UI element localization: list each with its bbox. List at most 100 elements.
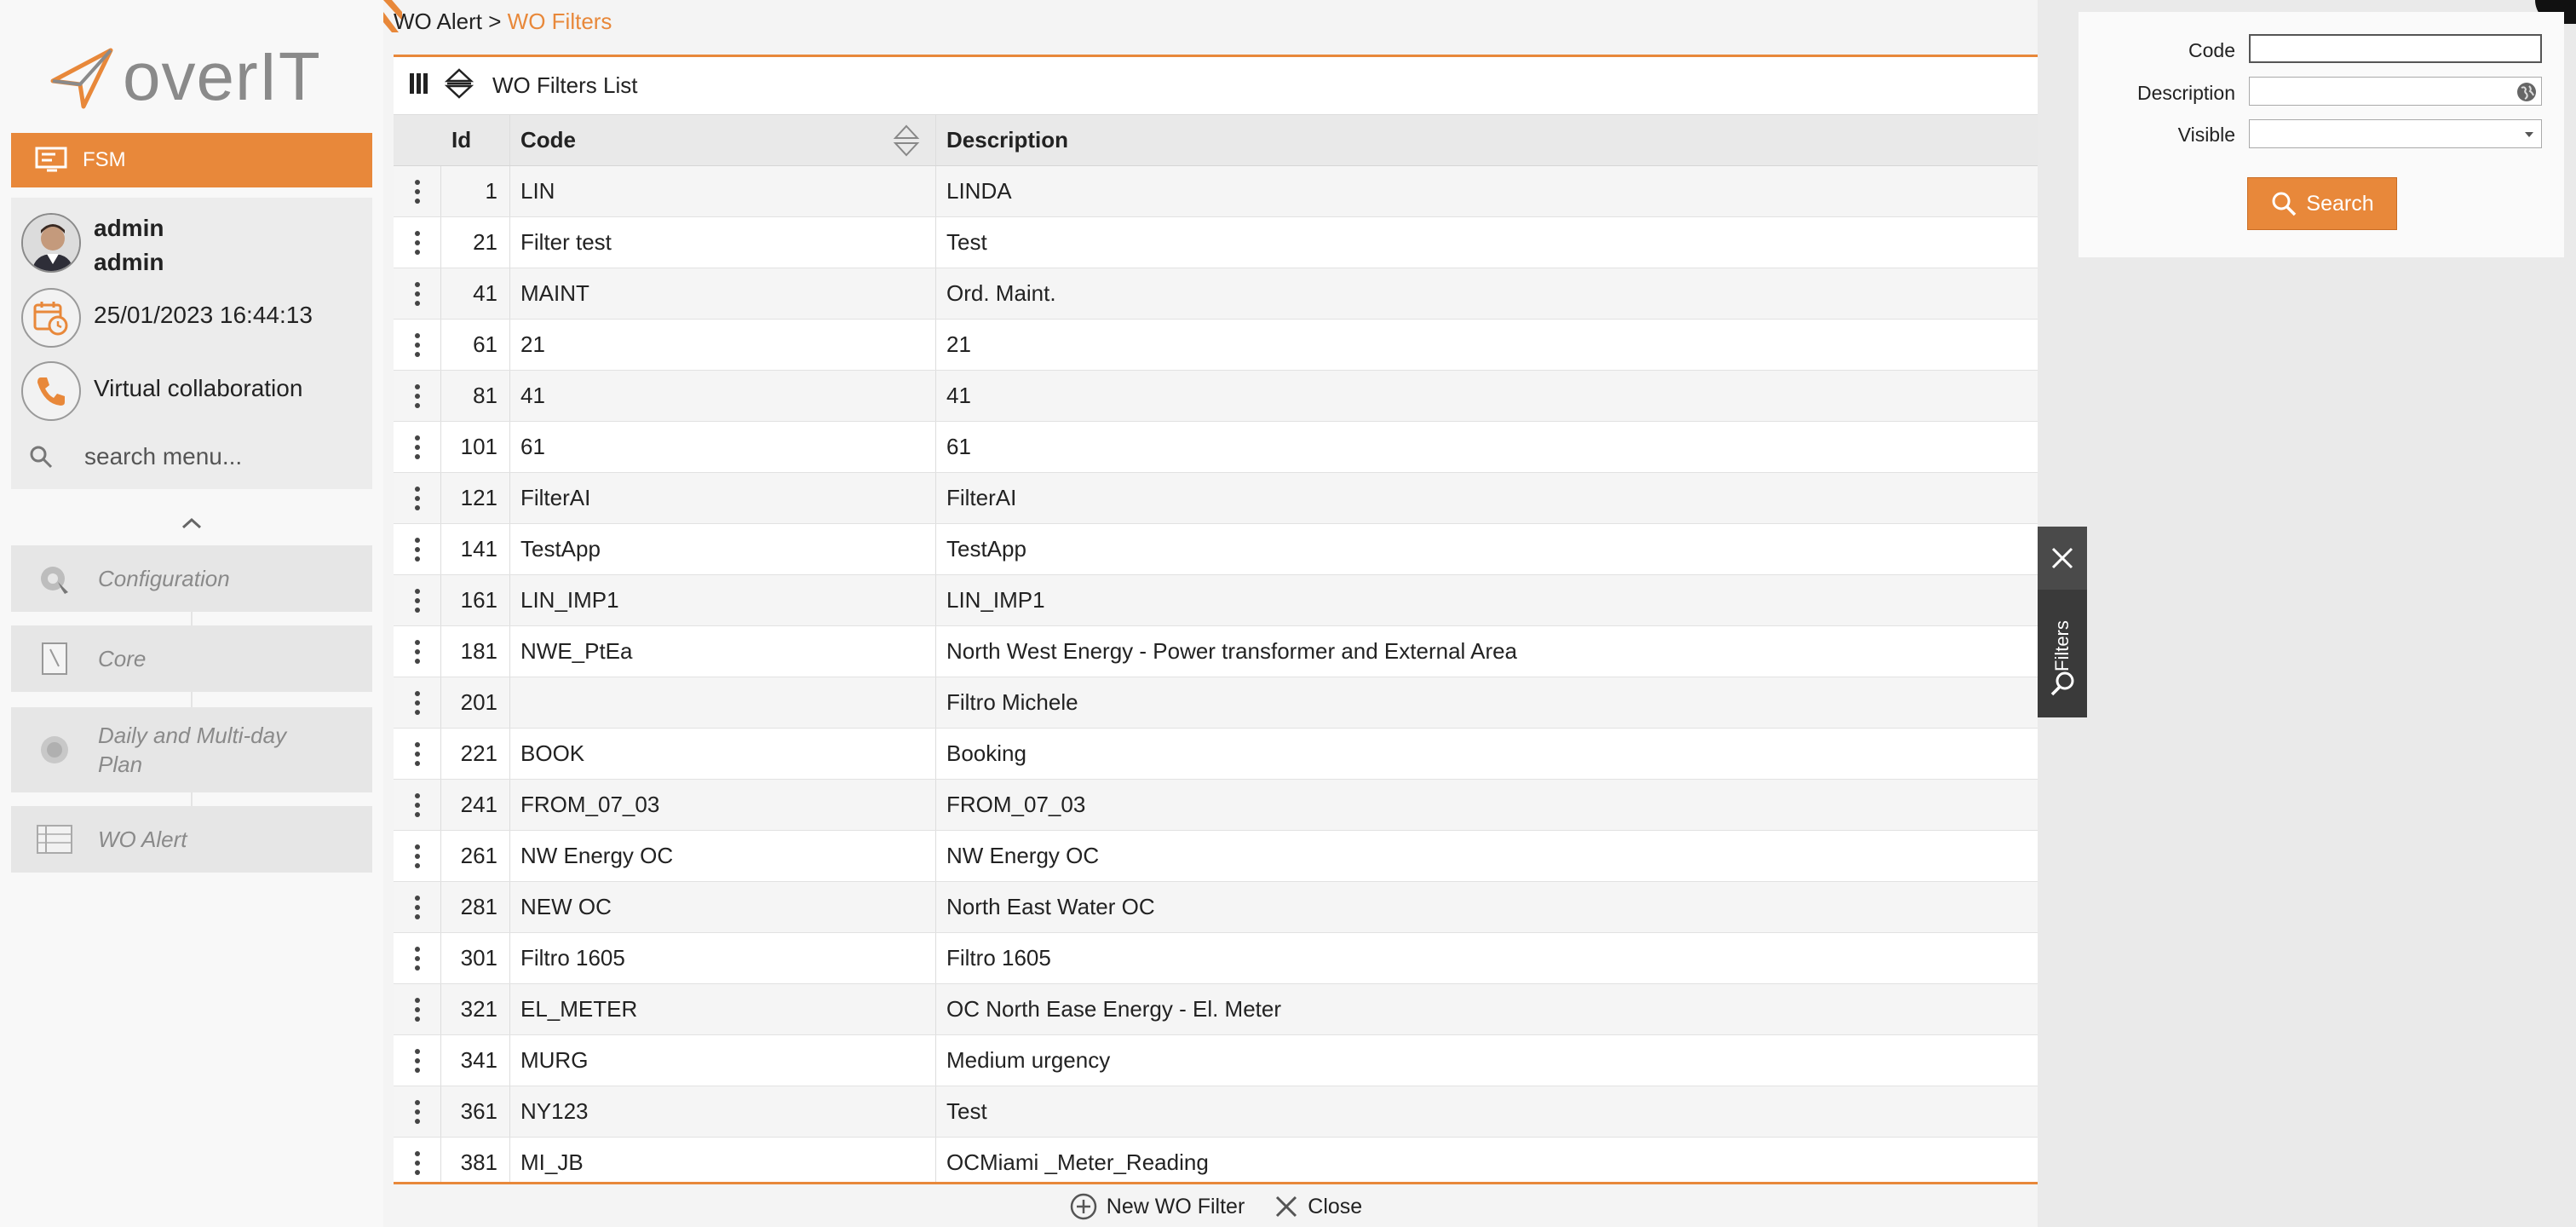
cell-id: 321 bbox=[460, 996, 497, 1022]
row-menu-icon[interactable] bbox=[394, 1035, 441, 1086]
table-row[interactable]: 1 LIN LINDA bbox=[394, 166, 2038, 217]
cell-code: MI_JB bbox=[509, 1138, 935, 1182]
row-menu-icon[interactable] bbox=[394, 268, 441, 319]
row-menu-icon[interactable] bbox=[394, 320, 441, 370]
visible-select[interactable] bbox=[2249, 119, 2542, 148]
row-menu-icon[interactable] bbox=[394, 524, 441, 574]
cell-code: MURG bbox=[509, 1035, 935, 1086]
code-label: Code bbox=[2188, 39, 2235, 61]
column-header-id[interactable]: Id bbox=[441, 127, 509, 153]
table-row[interactable]: 101 61 61 bbox=[394, 422, 2038, 473]
menu-search-placeholder: search menu... bbox=[84, 443, 243, 469]
row-menu-icon[interactable] bbox=[394, 626, 441, 677]
row-menu-icon[interactable] bbox=[394, 371, 441, 421]
breadcrumb-parent[interactable]: WO Alert bbox=[394, 9, 482, 34]
plan-icon bbox=[35, 730, 74, 769]
menu-item-daily-plan[interactable]: Daily and Multi-day Plan bbox=[11, 707, 372, 792]
avatar[interactable] bbox=[21, 213, 81, 273]
row-menu-icon[interactable] bbox=[394, 575, 441, 625]
table-row[interactable]: 301 Filtro 1605 Filtro 1605 bbox=[394, 933, 2038, 984]
new-wo-filter-button[interactable]: New WO Filter bbox=[1069, 1192, 1245, 1221]
table-row[interactable]: 381 MI_JB OCMiami _Meter_Reading bbox=[394, 1138, 2038, 1182]
expand-collapse-icon[interactable] bbox=[444, 68, 474, 103]
grid-header: Id Code Description bbox=[394, 115, 2038, 166]
chevron-up-icon[interactable] bbox=[181, 516, 203, 530]
menu-item-core[interactable]: Core bbox=[11, 625, 372, 692]
table-row[interactable]: 341 MURG Medium urgency bbox=[394, 1035, 2038, 1086]
row-menu-icon[interactable] bbox=[394, 1086, 441, 1137]
close-filters-icon[interactable] bbox=[2038, 527, 2087, 590]
row-menu-icon[interactable] bbox=[394, 933, 441, 983]
table-row[interactable]: 121 FilterAI FilterAI bbox=[394, 473, 2038, 524]
row-menu-icon[interactable] bbox=[394, 831, 441, 881]
cell-description: North West Energy - Power transformer an… bbox=[935, 626, 2038, 677]
table-row[interactable]: 361 NY123 Test bbox=[394, 1086, 2038, 1138]
row-menu-icon[interactable] bbox=[394, 473, 441, 523]
globe-icon[interactable] bbox=[2516, 81, 2538, 103]
table-row[interactable]: 261 NW Energy OC NW Energy OC bbox=[394, 831, 2038, 882]
search-button[interactable]: Search bbox=[2247, 177, 2397, 230]
logo: overIT bbox=[49, 37, 321, 116]
row-menu-icon[interactable] bbox=[394, 422, 441, 472]
cell-code: BOOK bbox=[509, 729, 935, 779]
cell-code: NW Energy OC bbox=[509, 831, 935, 881]
column-header-code[interactable]: Code bbox=[509, 115, 935, 165]
table-row[interactable]: 61 21 21 bbox=[394, 320, 2038, 371]
cell-id: 301 bbox=[460, 945, 497, 971]
column-header-description[interactable]: Description bbox=[935, 115, 2038, 165]
user-panel: admin admin 25/01/2023 16:44:13 Virtual … bbox=[11, 198, 372, 489]
cell-id: 141 bbox=[460, 536, 497, 562]
row-menu-icon[interactable] bbox=[394, 882, 441, 932]
table-row[interactable]: 281 NEW OC North East Water OC bbox=[394, 882, 2038, 933]
cell-code: MAINT bbox=[509, 268, 935, 319]
table-row[interactable]: 141 TestApp TestApp bbox=[394, 524, 2038, 575]
menu-item-wo-alert[interactable]: WO Alert bbox=[11, 806, 372, 873]
cell-code: NY123 bbox=[509, 1086, 935, 1137]
cell-code: LIN_IMP1 bbox=[509, 575, 935, 625]
menu-item-label: Core bbox=[98, 645, 147, 671]
columns-icon[interactable] bbox=[409, 72, 429, 100]
row-menu-icon[interactable] bbox=[394, 1138, 441, 1182]
cell-id: 41 bbox=[473, 280, 497, 306]
cell-description: FilterAI bbox=[935, 473, 2038, 523]
fsm-label: FSM bbox=[83, 148, 126, 171]
cell-id: 241 bbox=[460, 792, 497, 817]
description-input[interactable] bbox=[2249, 77, 2542, 106]
cell-description: Booking bbox=[935, 729, 2038, 779]
phone-icon[interactable] bbox=[21, 361, 81, 421]
table-row[interactable]: 41 MAINT Ord. Maint. bbox=[394, 268, 2038, 320]
configuration-icon bbox=[35, 559, 74, 598]
row-menu-icon[interactable] bbox=[394, 780, 441, 830]
new-wo-filter-label: New WO Filter bbox=[1106, 1194, 1245, 1218]
row-menu-icon[interactable] bbox=[394, 166, 441, 216]
close-button[interactable]: Close bbox=[1274, 1194, 1362, 1219]
cell-description: Ord. Maint. bbox=[935, 268, 2038, 319]
virtual-collaboration-link[interactable]: Virtual collaboration bbox=[94, 375, 302, 402]
cell-description: NW Energy OC bbox=[935, 831, 2038, 881]
menu-search[interactable]: search menu... bbox=[28, 438, 360, 475]
table-row[interactable]: 201 Filtro Michele bbox=[394, 677, 2038, 729]
wo-filters-grid: WO Filters List Id Code Description 1 LIN… bbox=[394, 55, 2038, 1184]
cell-id: 221 bbox=[460, 740, 497, 766]
overit-logo-icon bbox=[50, 48, 113, 109]
monitor-icon bbox=[35, 147, 67, 172]
menu-item-configuration[interactable]: Configuration bbox=[11, 545, 372, 612]
table-row[interactable]: 81 41 41 bbox=[394, 371, 2038, 422]
row-menu-icon[interactable] bbox=[394, 984, 441, 1034]
row-menu-icon[interactable] bbox=[394, 677, 441, 728]
table-row[interactable]: 21 Filter test Test bbox=[394, 217, 2038, 268]
table-row[interactable]: 221 BOOK Booking bbox=[394, 729, 2038, 780]
sort-icon[interactable] bbox=[893, 124, 920, 158]
breadcrumb-current: WO Filters bbox=[507, 9, 612, 34]
table-row[interactable]: 161 LIN_IMP1 LIN_IMP1 bbox=[394, 575, 2038, 626]
code-input[interactable] bbox=[2249, 34, 2542, 63]
table-row[interactable]: 321 EL_METER OC North Ease Energy - El. Me… bbox=[394, 984, 2038, 1035]
table-row[interactable]: 241 FROM_07_03 FROM_07_03 bbox=[394, 780, 2038, 831]
cell-code: EL_METER bbox=[509, 984, 935, 1034]
row-menu-icon[interactable] bbox=[394, 729, 441, 779]
row-menu-icon[interactable] bbox=[394, 217, 441, 268]
fsm-module-button[interactable]: FSM bbox=[11, 133, 372, 187]
cell-description: LINDA bbox=[935, 166, 2038, 216]
table-row[interactable]: 181 NWE_PtEa North West Energy - Power tra… bbox=[394, 626, 2038, 677]
filters-side-tab[interactable]: Filters bbox=[2038, 527, 2087, 717]
